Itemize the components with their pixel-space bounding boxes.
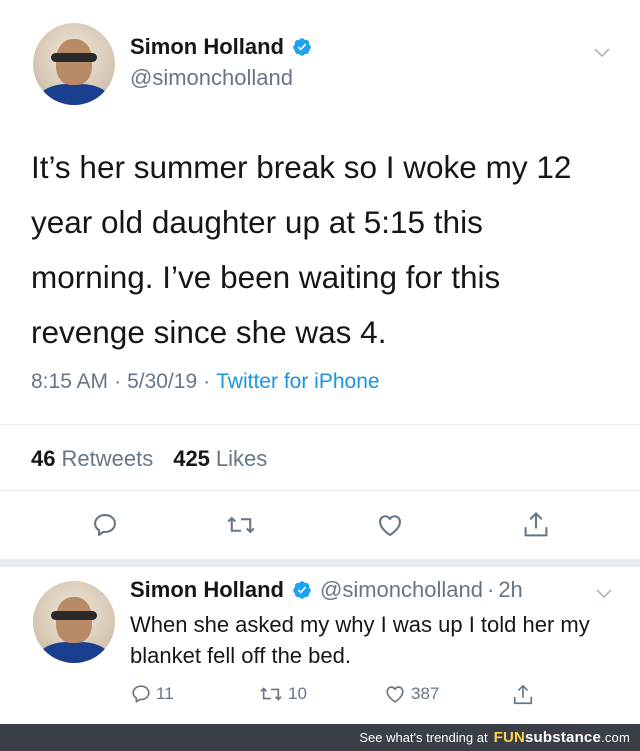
chevron-down-icon[interactable] xyxy=(594,583,614,603)
watermark-footer: See what's trending at FUNsubstance.com xyxy=(0,724,640,751)
retweets-count[interactable]: 46 xyxy=(31,446,55,472)
likes-count[interactable]: 425 xyxy=(173,446,210,472)
author-name-row: Simon Holland xyxy=(130,34,312,60)
reply-retweet-button[interactable]: 10 xyxy=(258,683,307,705)
reply-like-button[interactable]: 387 xyxy=(383,683,439,705)
retweet-icon xyxy=(260,687,282,701)
footer-prefix: See what's trending at xyxy=(359,730,488,745)
reply-reply-button[interactable]: 11 xyxy=(130,683,174,705)
tweet-action-bar xyxy=(0,505,640,549)
like-icon xyxy=(379,515,401,536)
like-icon xyxy=(386,686,404,703)
retweet-button[interactable] xyxy=(221,505,261,545)
tweet-source-link[interactable]: Twitter for iPhone xyxy=(216,370,379,394)
tweet-separator xyxy=(0,559,640,567)
retweet-icon xyxy=(227,516,255,534)
main-tweet: Simon Holland @simoncholland It’s her su… xyxy=(0,0,640,560)
reply-tweet: Simon Holland @simoncholland · 2h When s… xyxy=(0,567,640,717)
avatar[interactable] xyxy=(33,581,115,663)
reply-text: When she asked my why I was up I told he… xyxy=(130,612,590,668)
chevron-down-icon[interactable] xyxy=(592,42,612,62)
funsubstance-logo[interactable]: FUNsubstance.com xyxy=(494,729,630,746)
reply-author-handle[interactable]: @simoncholland xyxy=(320,577,483,603)
like-button[interactable] xyxy=(370,505,410,545)
share-button[interactable] xyxy=(516,505,556,545)
divider xyxy=(0,490,640,491)
likes-label[interactable]: Likes xyxy=(216,446,267,472)
author-handle[interactable]: @simoncholland xyxy=(130,65,293,91)
reply-action-bar: 11 10 387 xyxy=(0,683,640,713)
reply-author-row: Simon Holland @simoncholland · 2h xyxy=(130,577,523,603)
verified-badge-icon xyxy=(293,581,311,599)
reply-button[interactable] xyxy=(85,505,125,545)
engagement-counts: 46 Retweets 425 Likes xyxy=(31,446,267,472)
verified-badge-icon xyxy=(293,38,311,56)
tweet-time[interactable]: 8:15 AM xyxy=(31,370,108,394)
retweets-label[interactable]: Retweets xyxy=(61,446,153,472)
share-icon xyxy=(513,684,533,705)
avatar[interactable] xyxy=(33,23,115,105)
handle-separator: · xyxy=(486,577,495,602)
like-count: 387 xyxy=(411,684,440,703)
tweet-date[interactable]: 5/30/19 xyxy=(127,370,197,394)
reply-icon xyxy=(94,514,116,536)
tweet-meta: 8:15 AM · 5/30/19 · Twitter for iPhone xyxy=(31,370,380,394)
meta-separator: · xyxy=(114,370,122,393)
reply-age[interactable]: 2h xyxy=(498,577,522,603)
author-display-name[interactable]: Simon Holland xyxy=(130,34,284,60)
retweet-count: 10 xyxy=(288,684,307,703)
share-icon xyxy=(524,511,548,537)
tweet-text: It’s her summer break so I woke my 12 ye… xyxy=(31,149,572,350)
divider xyxy=(0,424,640,425)
reply-count: 11 xyxy=(156,684,174,703)
reply-icon xyxy=(132,685,150,703)
reply-share-button[interactable] xyxy=(512,683,534,707)
reply-author-display-name[interactable]: Simon Holland xyxy=(130,577,284,603)
meta-separator: · xyxy=(203,370,211,393)
